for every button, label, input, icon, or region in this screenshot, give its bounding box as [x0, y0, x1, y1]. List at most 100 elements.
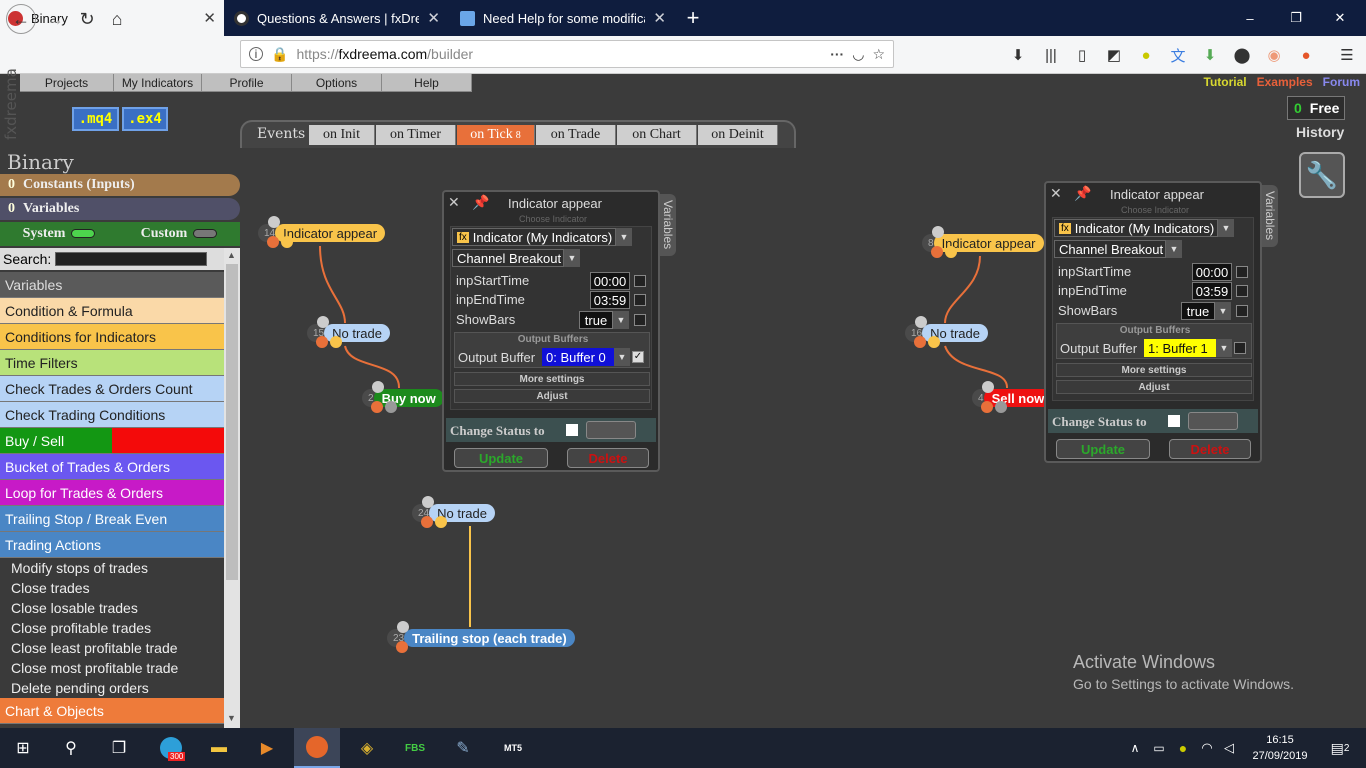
output-buffer-select[interactable]: 1: Buffer 1: [1144, 339, 1216, 357]
flow-node[interactable]: 2 Buy now: [362, 381, 444, 413]
close-panel-icon[interactable]: ✕: [448, 194, 460, 211]
close-panel-icon[interactable]: ✕: [1050, 185, 1062, 202]
node-input-icon[interactable]: [372, 381, 384, 393]
flow-node[interactable]: 14 Indicator appear: [258, 216, 386, 248]
show-hidden-icons[interactable]: ∧: [1124, 728, 1146, 768]
flow-node[interactable]: 24 No trade: [412, 496, 495, 528]
flow-node[interactable]: 4 Sell now: [972, 381, 1053, 413]
node-input-icon[interactable]: [397, 621, 409, 633]
node-output-orange-icon[interactable]: [371, 401, 383, 413]
node-output-orange-icon[interactable]: [267, 236, 279, 248]
flow-node[interactable]: 16 No trade: [905, 316, 988, 348]
param-checkbox[interactable]: [1236, 285, 1248, 297]
output-checkbox[interactable]: [1234, 342, 1246, 354]
change-status-checkbox[interactable]: [1168, 415, 1180, 427]
system-clock[interactable]: 16:15 27/09/2019: [1250, 732, 1310, 764]
pin-icon[interactable]: 📌: [1074, 185, 1091, 202]
delete-button[interactable]: Delete: [1169, 439, 1251, 459]
panel-title: Indicator appear: [1110, 187, 1204, 202]
node-output-yellow-icon[interactable]: [385, 401, 397, 413]
paint-icon[interactable]: ✎: [440, 728, 486, 768]
battery-icon[interactable]: ▭: [1148, 728, 1170, 768]
notifications-icon[interactable]: ▤ 2: [1320, 728, 1360, 768]
param-value-input[interactable]: 03:59: [1192, 282, 1232, 300]
node-output-yellow-icon[interactable]: [281, 236, 293, 248]
change-status-checkbox[interactable]: [566, 424, 578, 436]
indicator-type-select[interactable]: fx Indicator (My Indicators): [452, 228, 616, 246]
node-input-icon[interactable]: [932, 226, 944, 238]
param-label: ShowBars: [456, 312, 516, 327]
flow-node[interactable]: 15 No trade: [307, 316, 390, 348]
node-output-orange-icon[interactable]: [396, 641, 408, 653]
param-checkbox[interactable]: [634, 314, 646, 326]
node-input-icon[interactable]: [915, 316, 927, 328]
search-icon[interactable]: ⚲: [48, 728, 94, 768]
flow-node[interactable]: 8 Indicator appear: [922, 226, 1044, 258]
chevron-down-icon[interactable]: ▼: [1215, 302, 1231, 320]
param-value-input[interactable]: 03:59: [590, 291, 630, 309]
param-value-input[interactable]: 00:00: [1192, 263, 1232, 281]
tray-app-icon[interactable]: ●: [1172, 728, 1194, 768]
chevron-down-icon[interactable]: ▼: [613, 311, 629, 329]
more-settings-button[interactable]: More settings: [454, 372, 650, 386]
param-value-select[interactable]: true: [1181, 302, 1215, 320]
node-output-orange-icon[interactable]: [931, 246, 943, 258]
chevron-down-icon[interactable]: ▼: [614, 348, 630, 366]
windows-start-icon[interactable]: ⊞: [0, 728, 46, 768]
node-output-orange-icon[interactable]: [421, 516, 433, 528]
node-output-yellow-icon[interactable]: [995, 401, 1007, 413]
telegram-icon[interactable]: 300: [148, 728, 194, 768]
status-color-field[interactable]: [586, 421, 636, 439]
param-checkbox[interactable]: [1236, 305, 1248, 317]
variables-tab[interactable]: Variables: [660, 194, 676, 256]
file-explorer-icon[interactable]: ▬: [196, 728, 242, 768]
indicator-type-select[interactable]: fx Indicator (My Indicators): [1054, 219, 1218, 237]
more-settings-button[interactable]: More settings: [1056, 363, 1252, 377]
wifi-icon[interactable]: ◠: [1196, 728, 1218, 768]
param-value-select[interactable]: true: [579, 311, 613, 329]
flow-node[interactable]: 23 Trailing stop (each trade): [387, 621, 575, 653]
param-checkbox[interactable]: [1236, 266, 1248, 278]
node-input-icon[interactable]: [982, 381, 994, 393]
adjust-button[interactable]: Adjust: [454, 389, 650, 403]
node-input-icon[interactable]: [317, 316, 329, 328]
chevron-down-icon[interactable]: ▼: [1218, 219, 1234, 237]
node-output-orange-icon[interactable]: [316, 336, 328, 348]
adjust-button[interactable]: Adjust: [1056, 380, 1252, 394]
output-buffers-title: Output Buffers: [517, 334, 589, 345]
node-output-yellow-icon[interactable]: [435, 516, 447, 528]
output-buffer-select[interactable]: 0: Buffer 0: [542, 348, 614, 366]
node-output-yellow-icon[interactable]: [330, 336, 342, 348]
chevron-down-icon[interactable]: ▼: [1166, 240, 1182, 258]
param-value-input[interactable]: 00:00: [590, 272, 630, 290]
update-button[interactable]: Update: [454, 448, 548, 468]
node-input-icon[interactable]: [268, 216, 280, 228]
volume-icon[interactable]: ◁: [1218, 728, 1240, 768]
mt5-icon[interactable]: MT5: [490, 728, 536, 768]
indicator-name-select[interactable]: Channel Breakout: [1054, 240, 1166, 258]
node-output-orange-icon[interactable]: [914, 336, 926, 348]
param-checkbox[interactable]: [634, 275, 646, 287]
node-output-orange-icon[interactable]: [981, 401, 993, 413]
node-output-yellow-icon[interactable]: [928, 336, 940, 348]
app-icon[interactable]: ◈: [344, 728, 390, 768]
status-color-field[interactable]: [1188, 412, 1238, 430]
firefox-taskbar-icon[interactable]: [294, 728, 340, 768]
task-view-icon[interactable]: ❐: [96, 728, 142, 768]
chevron-down-icon[interactable]: ▼: [1216, 339, 1232, 357]
output-buffer-label: Output Buffer: [458, 350, 536, 365]
fbs-icon[interactable]: FBS: [392, 728, 438, 768]
node-output-yellow-icon[interactable]: [945, 246, 957, 258]
media-player-icon[interactable]: ▶: [244, 728, 290, 768]
output-checkbox[interactable]: ✓: [632, 351, 644, 363]
indicator-name-select[interactable]: Channel Breakout: [452, 249, 564, 267]
variables-tab[interactable]: Variables: [1262, 185, 1278, 247]
chevron-down-icon[interactable]: ▼: [564, 249, 580, 267]
chevron-down-icon[interactable]: ▼: [616, 228, 632, 246]
update-button[interactable]: Update: [1056, 439, 1150, 459]
param-checkbox[interactable]: [634, 294, 646, 306]
node-input-icon[interactable]: [422, 496, 434, 508]
delete-button[interactable]: Delete: [567, 448, 649, 468]
pin-icon[interactable]: 📌: [472, 194, 489, 211]
wire: [944, 255, 981, 324]
